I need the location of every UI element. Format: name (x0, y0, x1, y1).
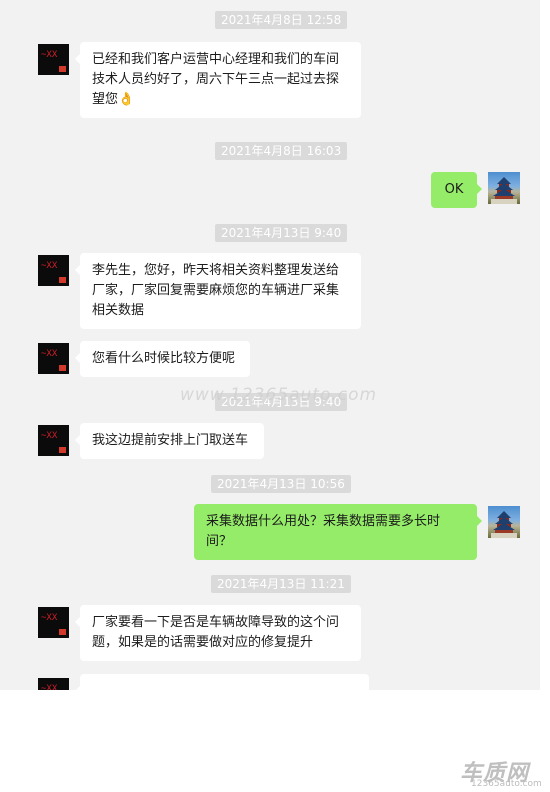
message-text: 李先生，您好，昨天将相关资料整理发送给厂家，厂家回复需要麻烦您的车辆进厂采集相关… (92, 263, 340, 318)
message-text: OK (444, 182, 464, 197)
contact-avatar[interactable]: ~XX (38, 425, 69, 456)
ok-hand-emoji: 👌 (118, 92, 135, 107)
avatar-mark: ~XX (41, 349, 58, 359)
watermark-url: 12365auto.com (471, 779, 542, 789)
timestamp: 2021年4月8日 16:03 (215, 142, 348, 160)
message-bubble-incoming[interactable]: 厂家要看一下是否是车辆故障导致的这个问题，如果是的话需要做对应的修复提升 (75, 605, 361, 661)
user-avatar[interactable] (488, 172, 520, 204)
flag-icon (59, 447, 66, 453)
timestamp: 2021年4月8日 12:58 (215, 11, 348, 29)
contact-avatar[interactable]: ~XX (38, 607, 69, 638)
flag-icon (59, 277, 66, 283)
message-bubble-incoming[interactable]: 已经和我们客户运营中心经理和我们的车间技术人员约好了，周六下午三点一起过去探望您… (75, 42, 361, 118)
message-text: 采集数据什么用处？采集数据需要多长时间？ (206, 514, 441, 549)
message-text: 厂家要看一下是否是车辆故障导致的这个问题，如果是的话需要做对应的修复提升 (92, 615, 340, 650)
message-bubble-outgoing[interactable]: OK (431, 172, 482, 208)
avatar-mark: ~XX (41, 50, 58, 60)
chat-area: 2021年4月8日 12:58 2021年4月8日 16:03 2021年4月1… (0, 0, 550, 690)
avatar-mark: ~XX (41, 613, 58, 623)
message-bubble-outgoing[interactable]: 采集数据什么用处？采集数据需要多长时间？ (194, 504, 482, 560)
avatar-mark: ~XX (41, 684, 58, 690)
flag-icon (59, 66, 66, 72)
message-bubble-incoming[interactable]: 我这边提前安排上门取送车 (75, 423, 264, 459)
message-bubble-incoming[interactable]: 您看什么时候比较方便呢 (75, 341, 250, 377)
timestamp: 2021年4月13日 9:40 (215, 224, 348, 242)
watermark-text: www.12365auto.com (180, 385, 378, 405)
temple-of-heaven-icon (491, 511, 517, 538)
contact-avatar[interactable]: ~XX (38, 343, 69, 374)
message-bubble-incoming[interactable]: 李先生，您好，昨天将相关资料整理发送给厂家，厂家回复需要麻烦您的车辆进厂采集相关… (75, 253, 361, 329)
timestamp: 2021年4月13日 10:56 (211, 475, 351, 493)
flag-icon (59, 365, 66, 371)
message-text: 我这边提前安排上门取送车 (92, 433, 249, 448)
contact-avatar[interactable]: ~XX (38, 255, 69, 286)
avatar-mark: ~XX (41, 261, 58, 271)
chat-right-edge (540, 0, 550, 690)
message-text: 您看什么时候比较方便呢 (92, 351, 236, 366)
avatar-mark: ~XX (41, 431, 58, 441)
message-bubble-incoming[interactable] (75, 674, 369, 690)
contact-avatar[interactable]: ~XX (38, 678, 69, 690)
flag-icon (59, 629, 66, 635)
temple-of-heaven-icon (491, 177, 517, 204)
user-avatar[interactable] (488, 506, 520, 538)
contact-avatar[interactable]: ~XX (38, 44, 69, 75)
timestamp: 2021年4月13日 11:21 (211, 575, 351, 593)
